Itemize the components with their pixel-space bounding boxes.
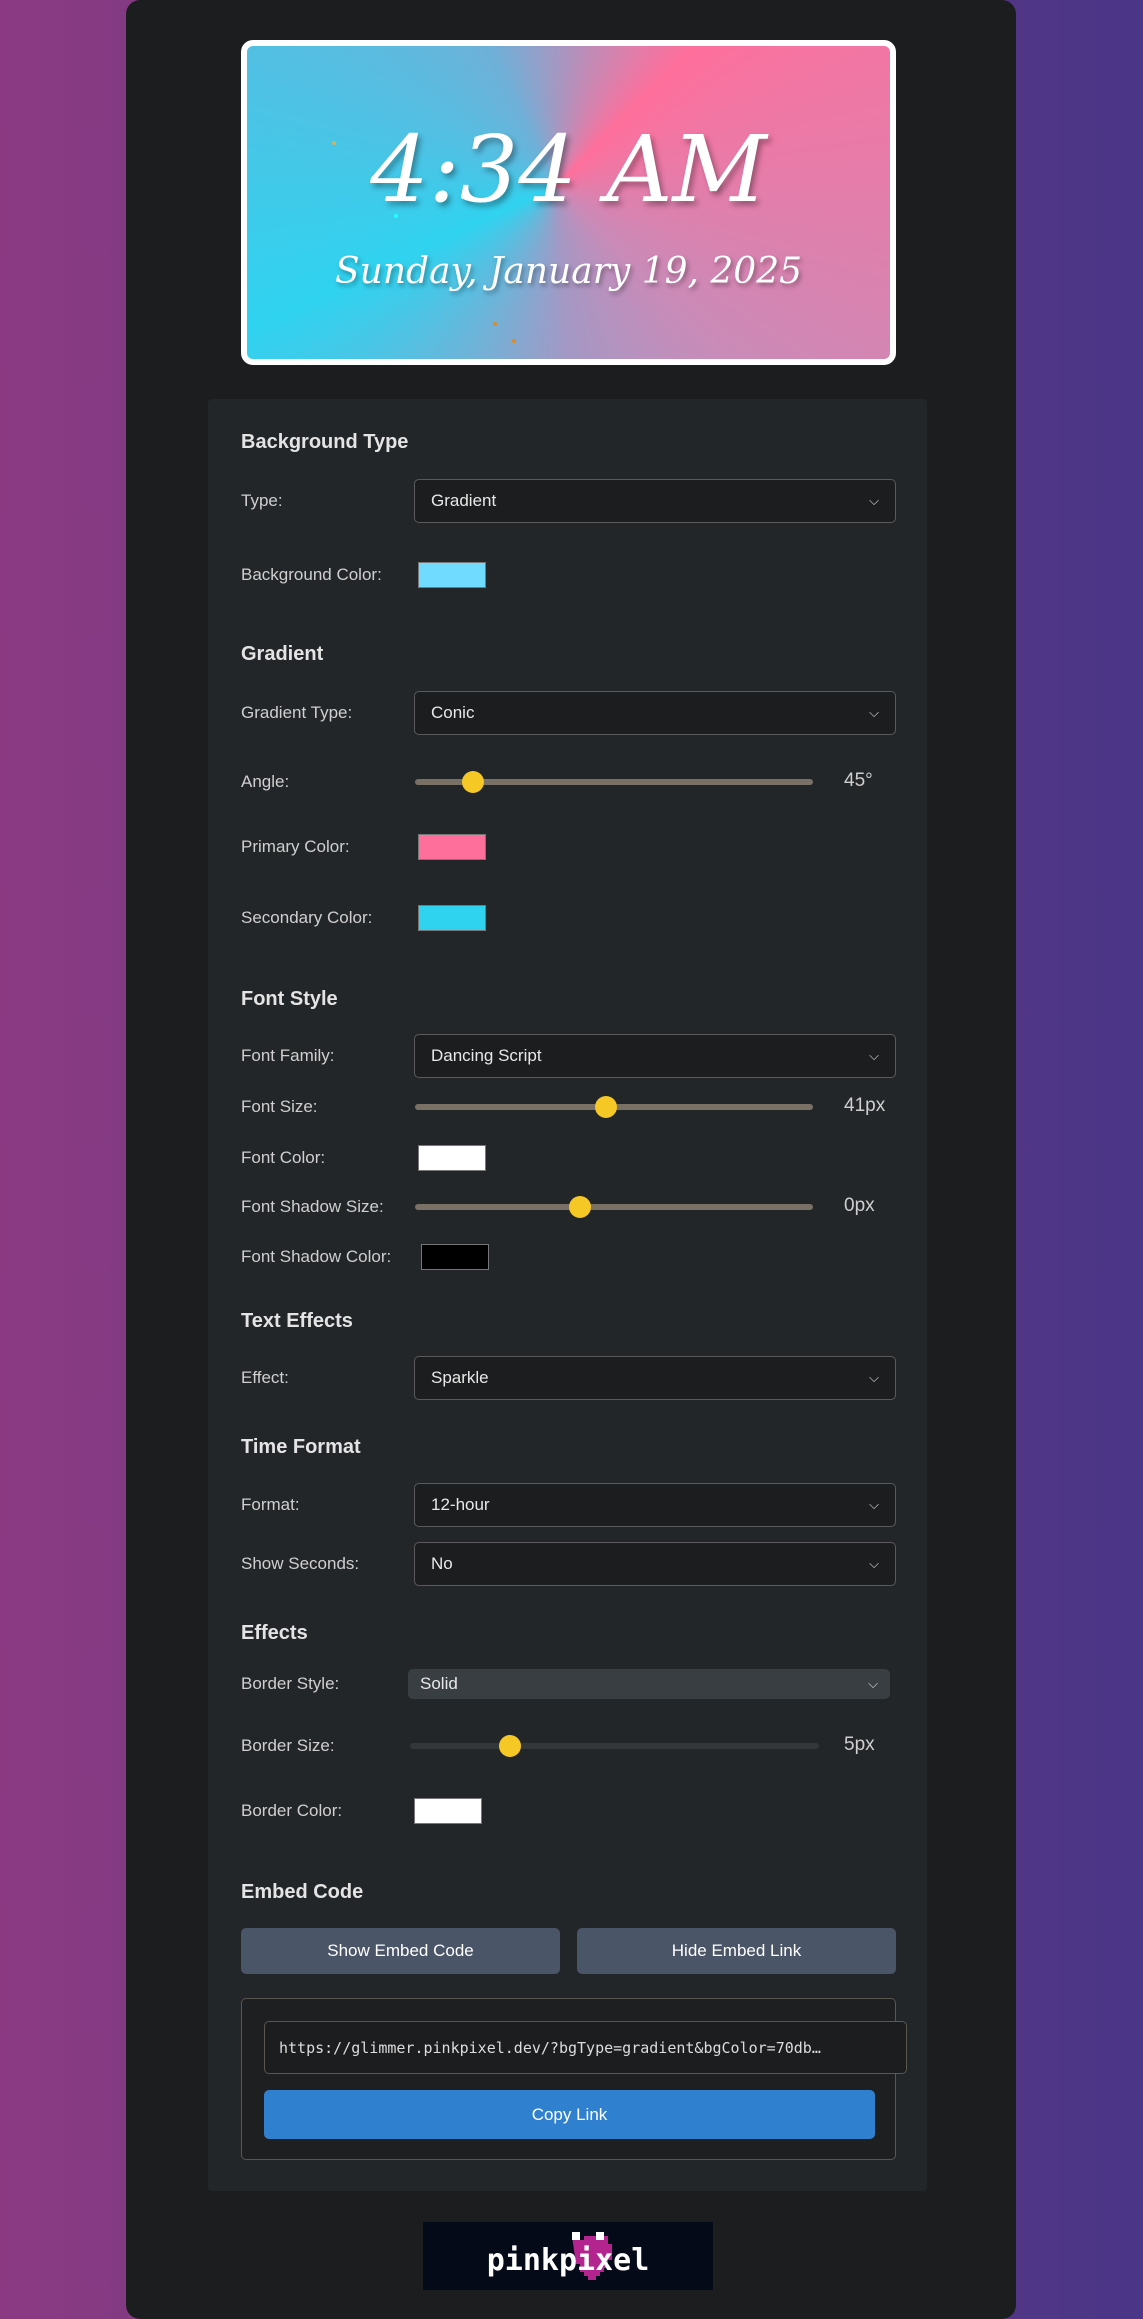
font-size-label: Font Size: <box>241 1097 318 1116</box>
background-color-label: Background Color: <box>241 565 382 584</box>
hide-embed-link-button[interactable]: Hide Embed Link <box>577 1928 896 1974</box>
border-style-select[interactable]: Solid ⌵ <box>408 1669 890 1699</box>
border-size-label: Border Size: <box>241 1736 335 1755</box>
logo-image: pinkpixel <box>487 2232 650 2280</box>
time-format-select[interactable]: 12-hour ⌵ <box>414 1483 896 1527</box>
secondary-color-swatch[interactable] <box>418 905 486 931</box>
chevron-down-icon: ⌵ <box>869 1497 879 1512</box>
angle-label: Angle: <box>241 772 290 791</box>
primary-color-swatch[interactable] <box>418 834 486 860</box>
type-label: Type: <box>241 491 283 510</box>
border-size-value: 5px <box>844 1734 875 1755</box>
clock-date: Sunday, January 19, 2025 <box>334 251 802 292</box>
show-seconds-label: Show Seconds: <box>241 1554 360 1573</box>
gradient-type-select[interactable]: Conic ⌵ <box>414 691 896 735</box>
pinkpixel-logo[interactable]: pinkpixel <box>423 2222 713 2290</box>
font-shadow-size-label: Font Shadow Size: <box>241 1197 384 1216</box>
font-size-slider[interactable] <box>415 1096 813 1118</box>
angle-slider[interactable] <box>415 771 813 793</box>
font-family-label: Font Family: <box>241 1046 335 1065</box>
select-value: Dancing Script <box>431 1046 542 1065</box>
select-value: No <box>431 1554 453 1573</box>
copy-link-button[interactable]: Copy Link <box>264 2090 875 2139</box>
gradient-type-label: Gradient Type: <box>241 703 353 722</box>
font-size-value: 41px <box>844 1095 886 1116</box>
settings-panel: Background Type Type: Gradient ⌵ Backgrou… <box>208 399 927 2191</box>
font-shadow-color-label: Font Shadow Color: <box>241 1247 392 1266</box>
sparkle <box>512 339 516 343</box>
slider-thumb[interactable] <box>569 1196 592 1218</box>
clock-preview: 4:34 AM Sunday, January 19, 2025 <box>241 40 896 365</box>
border-size-slider[interactable] <box>410 1735 819 1757</box>
effect-label: Effect: <box>241 1368 289 1387</box>
logo-text: pinkpixel <box>487 2243 650 2278</box>
section-title: Embed Code <box>241 1881 364 1903</box>
select-value: 12-hour <box>431 1495 490 1514</box>
section-title: Effects <box>241 1622 308 1644</box>
font-shadow-size-slider[interactable] <box>415 1196 813 1218</box>
section-title: Text Effects <box>241 1310 353 1332</box>
font-shadow-size-value: 0px <box>844 1195 875 1216</box>
border-style-label: Border Style: <box>241 1674 340 1693</box>
background-type-select[interactable]: Gradient ⌵ <box>414 479 896 523</box>
border-color-swatch[interactable] <box>414 1798 482 1824</box>
angle-value: 45° <box>844 770 873 791</box>
select-value: Gradient <box>431 491 497 510</box>
border-color-label: Border Color: <box>241 1801 343 1820</box>
section-title: Background Type <box>241 431 409 453</box>
select-value: Solid <box>420 1674 458 1693</box>
chevron-down-icon: ⌵ <box>869 493 879 508</box>
embed-link-box: https://glimmer.pinkpixel.dev/?bgType=gr… <box>241 1998 907 2160</box>
chevron-down-icon: ⌵ <box>869 1370 879 1385</box>
chevron-down-icon: ⌵ <box>868 1676 878 1691</box>
primary-color-label: Primary Color: <box>241 837 350 856</box>
font-color-label: Font Color: <box>241 1148 326 1167</box>
select-value: Conic <box>431 703 475 722</box>
slider-thumb[interactable] <box>462 771 484 793</box>
format-label: Format: <box>241 1495 300 1514</box>
background-color-swatch[interactable] <box>418 562 486 588</box>
font-color-swatch[interactable] <box>418 1145 486 1171</box>
slider-thumb[interactable] <box>499 1735 521 1757</box>
select-value: Sparkle <box>431 1368 489 1387</box>
section-title: Font Style <box>241 988 338 1010</box>
sparkle <box>493 322 497 326</box>
section-title: Gradient <box>241 643 324 665</box>
chevron-down-icon: ⌵ <box>869 1048 879 1063</box>
secondary-color-label: Secondary Color: <box>241 908 373 927</box>
font-shadow-color-swatch[interactable] <box>421 1244 489 1270</box>
effect-select[interactable]: Sparkle ⌵ <box>414 1356 896 1400</box>
slider-thumb[interactable] <box>595 1096 618 1118</box>
chevron-down-icon: ⌵ <box>869 1556 879 1571</box>
show-embed-code-button[interactable]: Show Embed Code <box>241 1928 560 1974</box>
section-title: Time Format <box>241 1436 361 1458</box>
embed-url-input[interactable]: https://glimmer.pinkpixel.dev/?bgType=gr… <box>264 2021 907 2074</box>
font-family-select[interactable]: Dancing Script ⌵ <box>414 1034 896 1078</box>
clock-time: 4:34 AM <box>370 116 767 223</box>
chevron-down-icon: ⌵ <box>869 705 879 720</box>
show-seconds-select[interactable]: No ⌵ <box>414 1542 896 1586</box>
